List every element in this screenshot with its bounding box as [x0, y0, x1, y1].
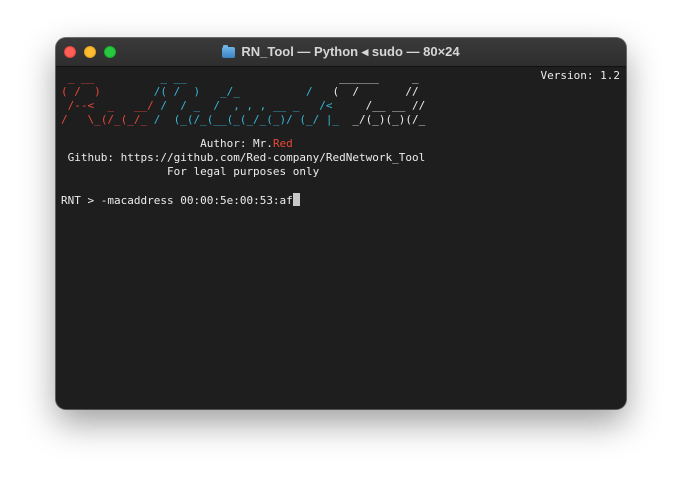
author-line: Author: Mr.Red — [61, 137, 425, 151]
banner-line-3: /--< _ __/ / / _ / , , , __ _ /< /__ __ … — [61, 99, 426, 113]
author-name: Red — [272, 137, 293, 150]
banner-line-1-cyan: _ __ — [94, 71, 187, 84]
banner-line-3-white: /__ __ // — [332, 99, 426, 112]
command-prompt-line[interactable]: RNT > -macaddress 00:00:5e:00:53:af — [61, 193, 300, 208]
banner-line-2: ( / ) /( / ) _/_ / ( / // — [61, 85, 425, 99]
banner-line-1: _ __ _ __ ______ _ — [61, 71, 425, 85]
window-title: RN_Tool — Python ◂ sudo — 80×24 — [241, 44, 460, 59]
author-label: Author: Mr. — [200, 137, 273, 150]
banner-line-3-red: /--< _ __/ — [61, 99, 154, 112]
terminal-content[interactable]: Version: 1.2 _ __ _ __ ______ _( / ) /( … — [56, 67, 626, 409]
banner-line-2-cyan: /( / ) _/_ / — [100, 85, 313, 98]
banner-line-2-white: ( / // — [312, 85, 419, 98]
banner-line-2-red: ( / ) — [61, 85, 101, 98]
folder-icon — [222, 44, 236, 58]
github-line: Github: https://github.com/Red-company/R… — [61, 151, 426, 165]
terminal-window: RN_Tool — Python ◂ sudo — 80×24 Version:… — [56, 38, 626, 409]
banner-line-4-cyan: / (_(/_(__(_(_/_(_)/ (_/ |_ — [147, 113, 340, 126]
ascii-banner: _ __ _ __ ______ _( / ) /( / ) _/_ / ( /… — [61, 71, 425, 127]
banner-line-4-red: / \_(/_(_/_ — [61, 113, 148, 126]
command-input[interactable]: -macaddress 00:00:5e:00:53:af — [101, 194, 293, 207]
legal-notice: For legal purposes only — [166, 165, 320, 178]
banner-line-4-white: _/(_)(_)(/_ — [339, 113, 426, 126]
title-bar[interactable]: RN_Tool — Python ◂ sudo — 80×24 — [56, 38, 626, 67]
banner-line-1-red: _ __ — [61, 71, 95, 84]
version-label: Version: 1.2 — [540, 69, 620, 82]
legal-line: For legal purposes only — [61, 165, 425, 179]
banner-line-4: / \_(/_(_/_ / (_(/_(__(_(_/_(_)/ (_/ |_ … — [61, 113, 425, 127]
github-link[interactable]: Github: https://github.com/Red-company/R… — [68, 151, 426, 164]
prompt-label: RNT > — [61, 194, 101, 207]
info-block: Author: Mr.Red Github: https://github.co… — [61, 137, 426, 179]
banner-line-1-white: ______ _ — [186, 71, 419, 84]
window-title-wrap: RN_Tool — Python ◂ sudo — 80×24 — [56, 38, 626, 66]
text-cursor — [292, 193, 300, 206]
banner-line-3-cyan: / / _ / , , , __ _ /< — [153, 99, 333, 112]
